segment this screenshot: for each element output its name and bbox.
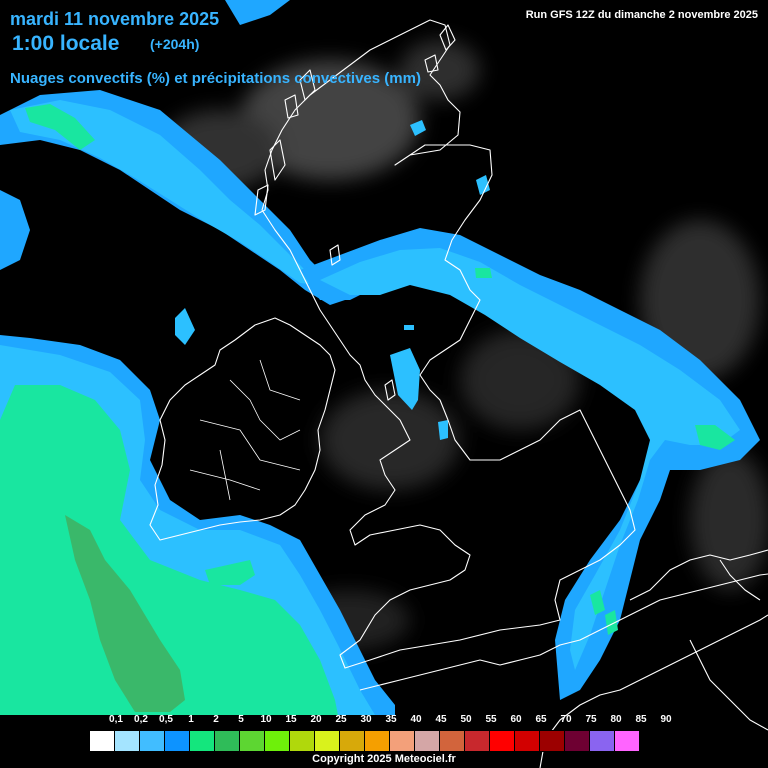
legend-swatch [140, 731, 165, 751]
legend-swatch [340, 731, 365, 751]
legend-swatch [265, 731, 290, 751]
legend-label: 15 [285, 714, 297, 725]
legend-swatch [540, 731, 565, 751]
legend-label: 80 [610, 714, 622, 725]
legend-color-bar [89, 730, 641, 752]
map-subtitle: Nuages convectifs (%) et précipitations … [10, 70, 421, 87]
legend-labels: 0,1 0,2 0,5 1 2 5 10 15 20 25 30 35 40 45 50 55 60 65 70 75… [89, 714, 672, 730]
legend-swatch [415, 731, 440, 751]
legend-swatch [215, 731, 240, 751]
legend-label: 0,2 [134, 714, 148, 725]
legend-swatch [390, 731, 415, 751]
legend-label: 0,1 [109, 714, 123, 725]
legend-swatch [240, 731, 265, 751]
legend-label: 75 [585, 714, 597, 725]
legend-swatch [90, 731, 115, 751]
legend-swatch [315, 731, 340, 751]
legend-swatch [465, 731, 490, 751]
legend-swatch [515, 731, 540, 751]
legend-swatch [615, 731, 640, 751]
model-run-info: Run GFS 12Z du dimanche 2 novembre 2025 [525, 9, 758, 21]
legend-label: 2 [213, 714, 219, 725]
legend-label: 65 [535, 714, 547, 725]
legend-swatch [490, 731, 515, 751]
legend-swatch [190, 731, 215, 751]
legend-label: 70 [560, 714, 572, 725]
legend-swatch [440, 731, 465, 751]
forecast-lead-time: (+204h) [150, 36, 200, 52]
legend-swatch [590, 731, 615, 751]
legend-label: 30 [360, 714, 372, 725]
forecast-hour: 1:00 locale [12, 32, 120, 55]
legend-swatch [165, 731, 190, 751]
legend-swatch [290, 731, 315, 751]
color-legend: 0,1 0,2 0,5 1 2 5 10 15 20 25 30 35 40 45 50 55 60 65 70 75… [89, 714, 672, 754]
legend-label: 25 [335, 714, 347, 725]
legend-label: 85 [635, 714, 647, 725]
legend-label: 90 [660, 714, 672, 725]
legend-label: 50 [460, 714, 472, 725]
legend-label: 20 [310, 714, 322, 725]
weather-map [0, 0, 768, 768]
legend-swatch [115, 731, 140, 751]
legend-label: 1 [188, 714, 194, 725]
legend-label: 60 [510, 714, 522, 725]
legend-label: 55 [485, 714, 497, 725]
forecast-date: mardi 11 novembre 2025 [10, 9, 220, 29]
legend-label: 45 [435, 714, 447, 725]
copyright-notice: Copyright 2025 Meteociel.fr [312, 753, 456, 765]
legend-label: 0,5 [159, 714, 173, 725]
legend-label: 10 [260, 714, 272, 725]
legend-label: 5 [238, 714, 244, 725]
legend-swatch [365, 731, 390, 751]
legend-label: 40 [410, 714, 422, 725]
legend-label: 35 [385, 714, 397, 725]
legend-swatch [565, 731, 590, 751]
